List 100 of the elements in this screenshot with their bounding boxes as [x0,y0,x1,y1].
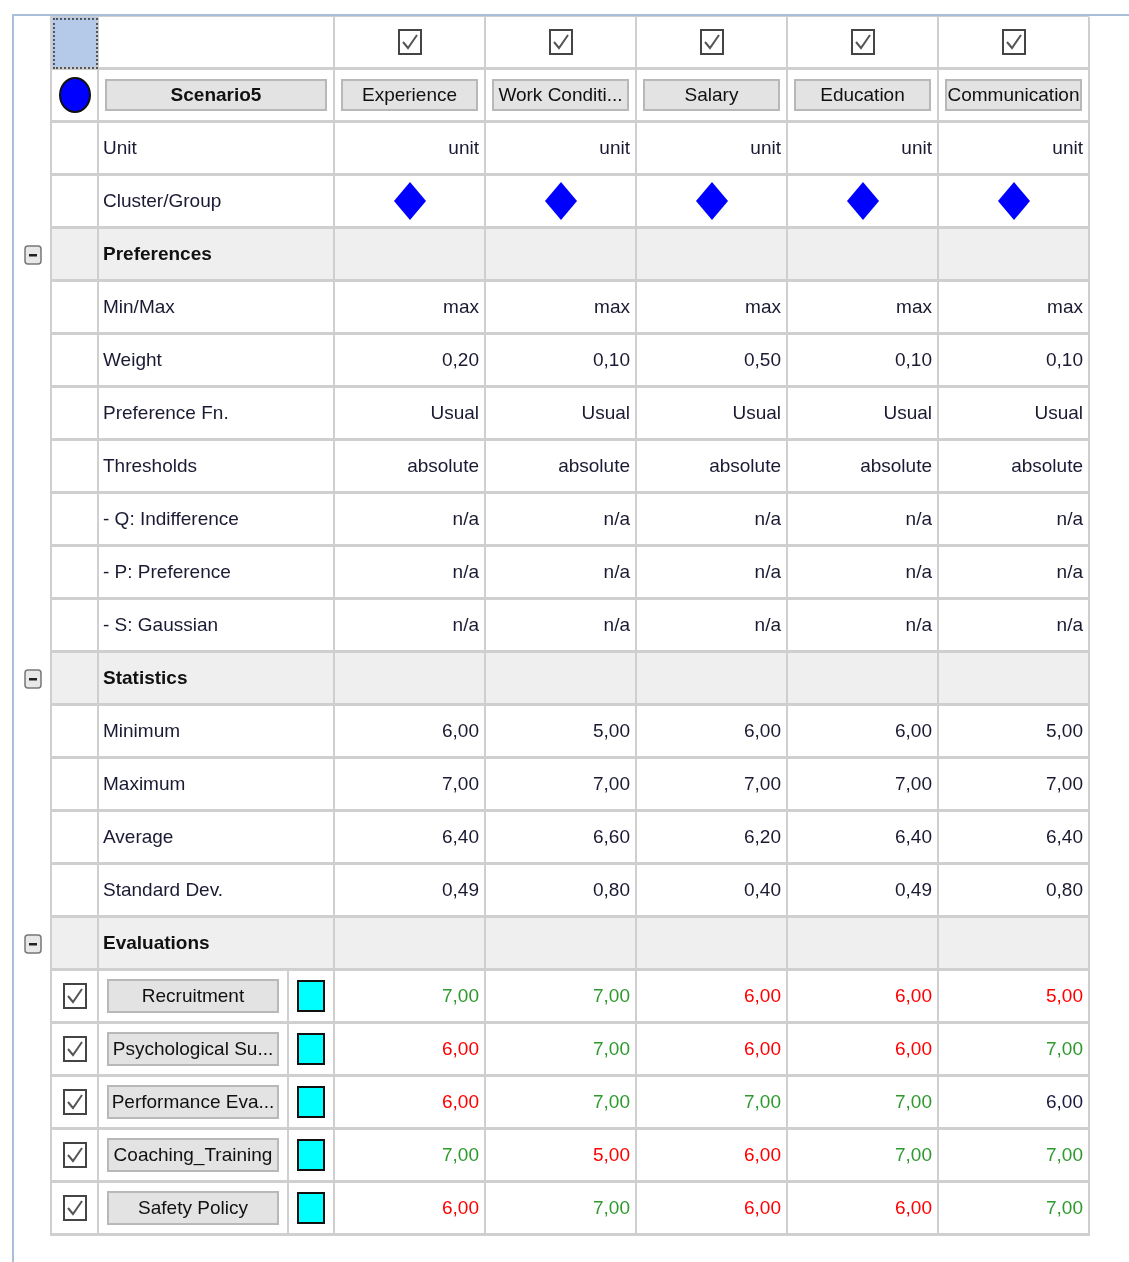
table-cell: Usual [788,388,939,441]
checkbox[interactable] [548,29,573,55]
table-cell: 6,00 [637,971,788,1024]
table-cell: unit [335,123,486,176]
table-cell: n/a [939,494,1090,547]
row-header[interactable]: Psychological Su... [107,1032,279,1066]
table-cell: 6,40 [788,812,939,865]
section-title: Preferences [99,229,335,282]
table-cell: unit [637,123,788,176]
table-cell: 5,00 [939,706,1090,759]
table-cell: 6,00 [637,1024,788,1077]
table-cell: 0,10 [939,335,1090,388]
table-cell: 0,10 [486,335,637,388]
table-cell: 5,00 [486,706,637,759]
row-label: Average [99,812,335,865]
table-cell: 7,00 [486,971,637,1024]
checkbox[interactable] [699,29,724,55]
column-header[interactable]: Education [794,79,931,111]
table-cell: n/a [788,494,939,547]
checkbox[interactable] [1001,29,1026,55]
table-cell: absolute [788,441,939,494]
checkbox[interactable] [397,29,422,55]
table-cell: 6,60 [486,812,637,865]
table-cell: 7,00 [939,1130,1090,1183]
table-cell: 6,00 [939,1077,1090,1130]
section-title: Statistics [99,653,335,706]
table-cell: 6,00 [788,1183,939,1236]
row-label: Unit [99,123,335,176]
table-cell: n/a [637,494,788,547]
table-cell: unit [939,123,1090,176]
checkbox[interactable] [62,1089,87,1115]
column-header[interactable]: Experience [341,79,478,111]
checkbox[interactable] [62,1142,87,1168]
table-cell: 7,00 [486,1077,637,1130]
collapse-icon[interactable] [24,669,42,689]
table-cell: n/a [637,547,788,600]
color-swatch[interactable] [297,980,325,1012]
row-label: - Q: Indifference [99,494,335,547]
color-swatch[interactable] [297,1033,325,1065]
table-cell: Usual [486,388,637,441]
table-cell: 6,00 [335,706,486,759]
table-cell: 6,40 [335,812,486,865]
table-cell: n/a [486,547,637,600]
table-cell: 0,50 [637,335,788,388]
table-cell: 6,00 [788,971,939,1024]
table-cell: max [939,282,1090,335]
table-cell: 5,00 [486,1130,637,1183]
column-header[interactable]: Communication [945,79,1082,111]
table-cell: 6,00 [788,1024,939,1077]
table-cell: unit [486,123,637,176]
collapse-icon[interactable] [24,245,42,265]
checkbox[interactable] [62,983,87,1009]
row-label: Preference Fn. [99,388,335,441]
table-cell: 0,20 [335,335,486,388]
table-cell: 7,00 [486,1183,637,1236]
color-swatch[interactable] [297,1192,325,1224]
table-cell: 7,00 [939,1024,1090,1077]
table-cell: Usual [637,388,788,441]
table-cell: n/a [486,494,637,547]
table-cell: absolute [486,441,637,494]
table-cell: 6,00 [335,1077,486,1130]
table-cell: 7,00 [486,1024,637,1077]
row-header[interactable]: Safety Policy [107,1191,279,1225]
table-cell: 7,00 [637,759,788,812]
corner-cell[interactable] [52,17,99,70]
table-cell: max [486,282,637,335]
checkbox[interactable] [850,29,875,55]
table-cell: 6,00 [637,1130,788,1183]
row-header[interactable]: Coaching_Training [107,1138,279,1172]
section-title: Evaluations [99,918,335,971]
row-label: Min/Max [99,282,335,335]
table-cell: 6,00 [637,706,788,759]
table-cell: 7,00 [637,1077,788,1130]
column-header[interactable]: Salary [643,79,780,111]
color-swatch[interactable] [297,1086,325,1118]
row-label: Maximum [99,759,335,812]
table-cell: 7,00 [939,759,1090,812]
table-cell: n/a [939,547,1090,600]
table-cell: max [637,282,788,335]
table-cell: 6,00 [335,1183,486,1236]
row-header[interactable]: Performance Eva... [107,1085,279,1119]
checkbox[interactable] [62,1195,87,1221]
table-cell: n/a [788,547,939,600]
row-label: Weight [99,335,335,388]
table-cell: Usual [939,388,1090,441]
table-cell: unit [788,123,939,176]
table-cell: 6,40 [939,812,1090,865]
table-cell: n/a [335,494,486,547]
column-header[interactable]: Work Conditi... [492,79,629,111]
table-cell: absolute [939,441,1090,494]
table-cell: 7,00 [788,1077,939,1130]
table-cell: absolute [637,441,788,494]
color-swatch[interactable] [297,1139,325,1171]
scenario-header[interactable]: Scenario5 [105,79,327,111]
table-cell: 6,00 [788,706,939,759]
row-header[interactable]: Recruitment [107,979,279,1013]
collapse-icon[interactable] [24,934,42,954]
checkbox[interactable] [62,1036,87,1062]
row-label: Minimum [99,706,335,759]
table-cell: n/a [335,547,486,600]
